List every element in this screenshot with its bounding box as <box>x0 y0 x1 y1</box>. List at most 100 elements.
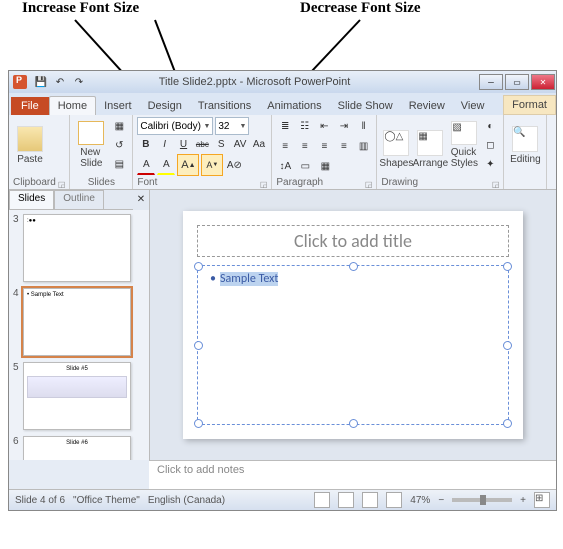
tab-animations[interactable]: Animations <box>259 97 329 115</box>
group-label-editing <box>508 188 542 189</box>
clipboard-dialog-launcher[interactable]: ◲ <box>58 180 66 189</box>
tab-format-contextual[interactable]: Format <box>503 95 556 115</box>
thumb-number: 3 <box>13 214 23 225</box>
reading-view-button[interactable] <box>362 492 378 508</box>
notes-pane[interactable]: Click to add notes <box>149 460 556 489</box>
highlight-color-button[interactable]: A <box>157 156 175 175</box>
qat-save-icon[interactable]: 💾 <box>33 74 49 90</box>
paste-icon <box>17 126 43 152</box>
numbering-button[interactable]: ☷ <box>296 117 314 135</box>
shape-fill-button[interactable]: ◐ <box>481 117 499 135</box>
tab-insert[interactable]: Insert <box>96 97 140 115</box>
qat-undo-icon[interactable]: ↶ <box>52 74 68 90</box>
zoom-slider[interactable] <box>452 498 512 502</box>
shape-effects-button[interactable]: ✦ <box>481 155 499 173</box>
reset-button[interactable]: ↺ <box>110 136 128 154</box>
change-case-button[interactable]: Aa <box>251 136 268 154</box>
tab-home[interactable]: Home <box>49 96 96 115</box>
font-name-combo[interactable]: Calibri (Body)▼ <box>137 117 213 135</box>
align-center-button[interactable]: ≡ <box>296 137 314 155</box>
maximize-button[interactable]: ▭ <box>505 74 529 90</box>
text-direction-button[interactable]: ↕A <box>276 157 294 175</box>
increase-indent-button[interactable]: ⇥ <box>335 117 353 135</box>
slide-thumbnail-3[interactable]: :●● <box>23 214 131 282</box>
close-button[interactable]: ✕ <box>531 74 555 90</box>
slide-thumbnail-5[interactable]: Slide #5 <box>23 362 131 430</box>
align-left-button[interactable]: ≡ <box>276 137 294 155</box>
title-placeholder[interactable]: Click to add title <box>197 225 509 257</box>
slideshow-view-button[interactable] <box>386 492 402 508</box>
outline-tab[interactable]: Outline <box>54 190 104 210</box>
shape-outline-button[interactable]: ◻ <box>481 136 499 154</box>
thumb-number: 5 <box>13 362 23 373</box>
quick-styles-button[interactable]: ▧Quick Styles <box>449 121 479 169</box>
italic-button[interactable]: I <box>156 136 173 154</box>
zoom-level[interactable]: 47% <box>410 495 430 506</box>
group-clipboard: Paste Clipboard◲ <box>9 115 70 189</box>
section-button[interactable]: ▤ <box>110 155 128 173</box>
group-paragraph: ≣ ☷ ⇤ ⇥ ‖ ≡ ≡ ≡ ≡ ▥ ↕A ▭ ▦ Paragraph ◲ <box>272 115 377 189</box>
paragraph-dialog-launcher[interactable]: ◲ <box>365 180 373 189</box>
fit-to-window-button[interactable]: ⊞ <box>534 492 550 508</box>
thumb-number: 4 <box>13 288 23 299</box>
bullets-button[interactable]: ≣ <box>276 117 294 135</box>
file-tab[interactable]: File <box>11 97 49 115</box>
columns-button[interactable]: ▥ <box>355 137 373 155</box>
line-spacing-button[interactable]: ‖ <box>355 117 373 135</box>
close-pane-button[interactable]: ✕ <box>133 190 149 208</box>
justify-button[interactable]: ≡ <box>335 137 353 155</box>
normal-view-button[interactable] <box>314 492 330 508</box>
paste-button[interactable]: Paste <box>13 117 47 165</box>
status-language[interactable]: English (Canada) <box>148 495 225 506</box>
decrease-indent-button[interactable]: ⇤ <box>316 117 334 135</box>
layout-button[interactable]: ▦ <box>110 117 128 135</box>
quick-access-toolbar: 💾 ↶ ↷ <box>33 74 87 90</box>
zoom-in-button[interactable]: + <box>520 495 526 506</box>
powerpoint-window: 💾 ↶ ↷ Title Slide2.pptx - Microsoft Powe… <box>8 70 557 511</box>
group-drawing: ◯△Shapes ▦Arrange ▧Quick Styles ◐ ◻ ✦ Dr… <box>377 115 504 189</box>
qat-redo-icon[interactable]: ↷ <box>71 74 87 90</box>
ribbon: Paste Clipboard◲ New Slide ▦ ↺ ▤ Slides … <box>9 115 556 190</box>
increase-font-size-button[interactable]: A▲ <box>177 154 199 176</box>
font-color-button[interactable]: A <box>137 156 155 175</box>
minimize-button[interactable]: ─ <box>479 74 503 90</box>
slide-editor-area[interactable]: Click to add title •Sample Text <box>150 190 556 460</box>
shadow-button[interactable]: S <box>213 136 230 154</box>
arrange-button[interactable]: ▦Arrange <box>413 121 447 169</box>
shapes-icon: ◯△ <box>383 130 409 156</box>
current-slide: Click to add title •Sample Text <box>183 211 523 439</box>
shapes-button[interactable]: ◯△Shapes <box>381 121 411 169</box>
bold-button[interactable]: B <box>137 136 154 154</box>
tab-design[interactable]: Design <box>140 97 190 115</box>
tab-slideshow[interactable]: Slide Show <box>330 97 401 115</box>
group-label-clipboard: Clipboard <box>13 177 56 189</box>
align-text-button[interactable]: ▭ <box>296 157 314 175</box>
new-slide-button[interactable]: New Slide <box>74 121 108 169</box>
sorter-view-button[interactable] <box>338 492 354 508</box>
slides-tab[interactable]: Slides <box>9 190 54 210</box>
zoom-out-button[interactable]: − <box>438 495 444 506</box>
slide-thumbnail-6[interactable]: Slide #6 <box>23 436 131 460</box>
group-label-paragraph: Paragraph <box>276 177 323 189</box>
font-size-combo[interactable]: 32▼ <box>215 117 249 135</box>
underline-button[interactable]: U <box>175 136 192 154</box>
decrease-font-size-button[interactable]: A▼ <box>201 154 223 176</box>
smartart-button[interactable]: ▦ <box>316 157 334 175</box>
content-placeholder[interactable]: •Sample Text <box>197 265 509 425</box>
find-icon: 🔍 <box>512 126 538 152</box>
editing-button[interactable]: 🔍Editing <box>508 117 542 165</box>
strikethrough-button[interactable]: abc <box>194 136 211 154</box>
drawing-dialog-launcher[interactable]: ◲ <box>492 180 500 189</box>
status-slide-info: Slide 4 of 6 <box>15 495 65 506</box>
group-slides: New Slide ▦ ↺ ▤ Slides <box>70 115 133 189</box>
char-spacing-button[interactable]: AV <box>232 136 249 154</box>
tab-review[interactable]: Review <box>401 97 453 115</box>
slide-thumbnail-4[interactable]: • Sample Text <box>23 288 131 356</box>
tab-view[interactable]: View <box>453 97 493 115</box>
font-dialog-launcher[interactable]: ◲ <box>260 180 268 189</box>
thumbnail-list[interactable]: 3:●● 4• Sample Text 5Slide #5 6Slide #6 <box>9 210 149 460</box>
clear-formatting-button[interactable]: A⊘ <box>225 156 243 174</box>
group-label-drawing: Drawing <box>381 177 418 189</box>
tab-transitions[interactable]: Transitions <box>190 97 259 115</box>
align-right-button[interactable]: ≡ <box>316 137 334 155</box>
